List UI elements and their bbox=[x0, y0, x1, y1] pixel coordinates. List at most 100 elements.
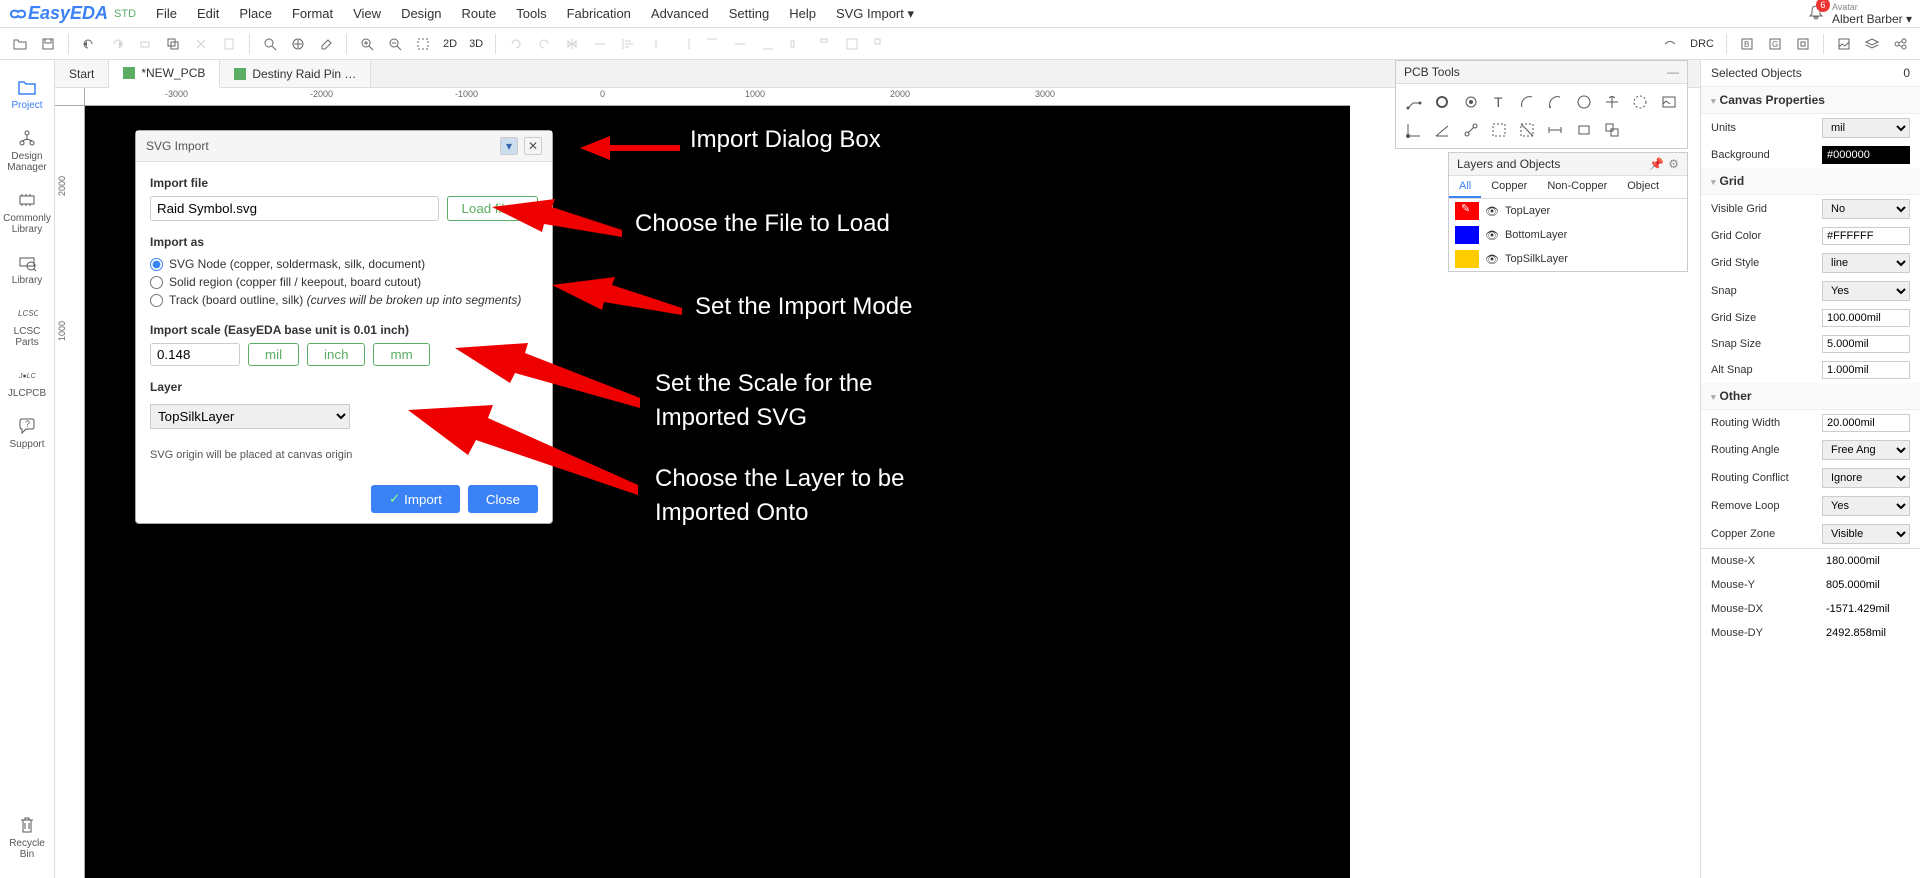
bom-icon[interactable]: B bbox=[1735, 32, 1759, 56]
share-icon[interactable] bbox=[1888, 32, 1912, 56]
import-as-track-radio[interactable] bbox=[150, 294, 163, 307]
dialog-titlebar[interactable]: SVG Import ▾ ✕ bbox=[136, 131, 552, 162]
menu-setting[interactable]: Setting bbox=[719, 2, 779, 25]
grid-size-input[interactable] bbox=[1822, 309, 1910, 327]
undo-icon[interactable] bbox=[77, 32, 101, 56]
group-tool-icon[interactable] bbox=[1600, 118, 1624, 142]
zoom-out-icon[interactable] bbox=[383, 32, 407, 56]
zoom-fit-icon[interactable] bbox=[411, 32, 435, 56]
align-middle-icon[interactable] bbox=[728, 32, 752, 56]
align-center-icon[interactable] bbox=[644, 32, 668, 56]
menu-design[interactable]: Design bbox=[391, 2, 451, 25]
arc2-tool-icon[interactable] bbox=[1543, 90, 1567, 114]
remove-loop-select[interactable]: Yes bbox=[1822, 496, 1910, 516]
image-icon[interactable] bbox=[1832, 32, 1856, 56]
flip-v-icon[interactable] bbox=[588, 32, 612, 56]
pin-icon[interactable]: 📌 bbox=[1649, 157, 1664, 171]
sidebar-support[interactable]: ? Support bbox=[2, 407, 52, 458]
tab-start[interactable]: Start bbox=[55, 60, 109, 87]
menu-svg-import[interactable]: SVG Import ▾ bbox=[826, 2, 924, 26]
grid-section[interactable]: Grid bbox=[1701, 168, 1920, 195]
tab-destiny-raid[interactable]: Destiny Raid Pin … bbox=[220, 60, 371, 87]
sidebar-library[interactable]: Library bbox=[2, 243, 52, 294]
alt-snap-input[interactable] bbox=[1822, 361, 1910, 379]
gerber-icon[interactable]: G bbox=[1763, 32, 1787, 56]
grid-style-select[interactable]: line bbox=[1822, 253, 1910, 273]
layers-panel-title[interactable]: Layers and Objects 📌⚙ bbox=[1449, 153, 1687, 176]
layers-tab-noncopper[interactable]: Non-Copper bbox=[1537, 176, 1617, 198]
align-left-icon[interactable] bbox=[616, 32, 640, 56]
routing-conflict-select[interactable]: Ignore bbox=[1822, 468, 1910, 488]
align-top-icon[interactable] bbox=[700, 32, 724, 56]
connect-pad-icon[interactable] bbox=[1459, 118, 1483, 142]
open-icon[interactable] bbox=[8, 32, 32, 56]
other-section[interactable]: Other bbox=[1701, 383, 1920, 410]
layer-row-topsilk[interactable]: 👁TopSilkLayer bbox=[1449, 247, 1687, 271]
menu-advanced[interactable]: Advanced bbox=[641, 2, 719, 25]
menu-format[interactable]: Format bbox=[282, 2, 343, 25]
background-color-input[interactable]: #000000 bbox=[1822, 146, 1910, 164]
menu-help[interactable]: Help bbox=[779, 2, 826, 25]
view-2d-button[interactable]: 2D bbox=[439, 38, 461, 50]
rotate-left-icon[interactable] bbox=[504, 32, 528, 56]
routing-width-input[interactable] bbox=[1822, 414, 1910, 432]
import-as-svg-node-radio[interactable] bbox=[150, 258, 163, 271]
search-icon[interactable] bbox=[258, 32, 282, 56]
tab-new-pcb[interactable]: *NEW_PCB bbox=[109, 60, 220, 88]
notifications-icon[interactable]: 6 bbox=[1808, 4, 1824, 23]
menu-file[interactable]: File bbox=[146, 2, 187, 25]
dialog-close-icon[interactable]: ✕ bbox=[524, 137, 542, 155]
menu-place[interactable]: Place bbox=[229, 2, 282, 25]
flip-h-icon[interactable] bbox=[560, 32, 584, 56]
canvas-origin-icon[interactable] bbox=[1402, 118, 1426, 142]
group-icon[interactable] bbox=[840, 32, 864, 56]
units-select[interactable]: mil bbox=[1822, 118, 1910, 138]
align-right-icon[interactable] bbox=[672, 32, 696, 56]
menu-tools[interactable]: Tools bbox=[506, 2, 556, 25]
autoroute-icon[interactable] bbox=[1658, 32, 1682, 56]
eye-icon[interactable]: 👁 bbox=[1485, 205, 1499, 218]
drc-button[interactable]: DRC bbox=[1686, 38, 1718, 50]
text-tool-icon[interactable]: T bbox=[1487, 90, 1511, 114]
layer-select[interactable]: TopSilkLayer bbox=[150, 404, 350, 429]
sidebar-jlcpcb[interactable]: J●LC JLCPCB bbox=[2, 356, 52, 407]
gear-icon[interactable]: ⚙ bbox=[1668, 157, 1679, 171]
menu-view[interactable]: View bbox=[343, 2, 391, 25]
eye-icon[interactable]: 👁 bbox=[1485, 229, 1499, 242]
copper-area-icon[interactable] bbox=[1487, 118, 1511, 142]
import-file-input[interactable] bbox=[150, 196, 439, 221]
cross-probe-icon[interactable] bbox=[286, 32, 310, 56]
sidebar-commonly-library[interactable]: Commonly Library bbox=[2, 181, 52, 243]
via-tool-icon[interactable] bbox=[1459, 90, 1483, 114]
minimize-icon[interactable]: — bbox=[1667, 65, 1679, 79]
track-tool-icon[interactable] bbox=[1402, 90, 1426, 114]
move-tool-icon[interactable] bbox=[1600, 90, 1624, 114]
routing-angle-select[interactable]: Free Ang bbox=[1822, 440, 1910, 460]
measure-icon[interactable] bbox=[1543, 118, 1567, 142]
layers-tab-copper[interactable]: Copper bbox=[1481, 176, 1537, 198]
import-as-solid-region-radio[interactable] bbox=[150, 276, 163, 289]
layers-tab-object[interactable]: Object bbox=[1617, 176, 1669, 198]
save-icon[interactable] bbox=[36, 32, 60, 56]
sidebar-project[interactable]: Project bbox=[2, 68, 52, 119]
layers-tab-all[interactable]: All bbox=[1449, 176, 1481, 198]
grid-color-input[interactable] bbox=[1822, 227, 1910, 245]
protractor-icon[interactable] bbox=[1430, 118, 1454, 142]
pick-place-icon[interactable] bbox=[1791, 32, 1815, 56]
image-tool-icon[interactable] bbox=[1657, 90, 1681, 114]
align-bottom-icon[interactable] bbox=[756, 32, 780, 56]
cut-icon[interactable] bbox=[189, 32, 213, 56]
unit-inch-button[interactable]: inch bbox=[307, 343, 365, 366]
ungroup-icon[interactable] bbox=[868, 32, 892, 56]
menu-route[interactable]: Route bbox=[452, 2, 507, 25]
hole-tool-icon[interactable] bbox=[1628, 90, 1652, 114]
paste-icon[interactable] bbox=[217, 32, 241, 56]
distribute-h-icon[interactable] bbox=[784, 32, 808, 56]
redo-icon[interactable] bbox=[105, 32, 129, 56]
arc-tool-icon[interactable] bbox=[1515, 90, 1539, 114]
solid-region-icon[interactable] bbox=[1515, 118, 1539, 142]
pcb-tools-title[interactable]: PCB Tools— bbox=[1396, 61, 1687, 84]
print-icon[interactable] bbox=[133, 32, 157, 56]
snap-select[interactable]: Yes bbox=[1822, 281, 1910, 301]
circle-tool-icon[interactable] bbox=[1572, 90, 1596, 114]
